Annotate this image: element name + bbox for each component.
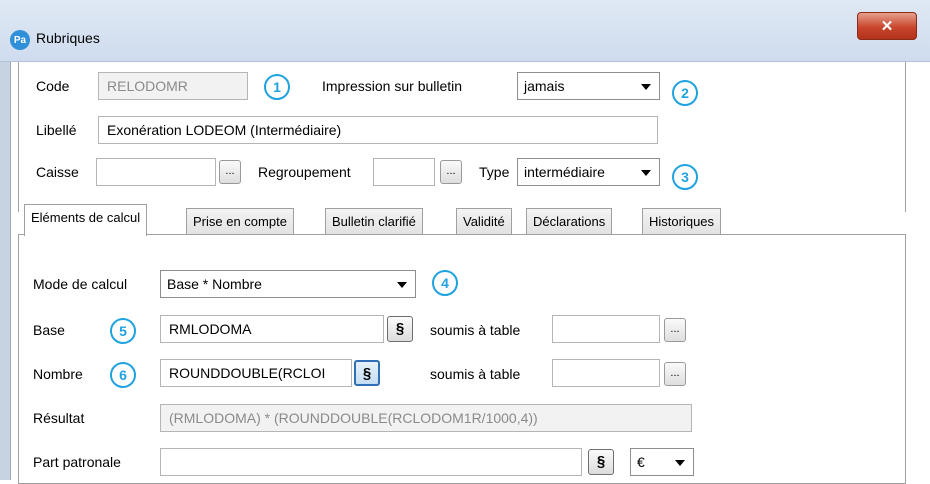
caisse-browse-button[interactable]: ... [219, 160, 241, 184]
mode-select[interactable]: Base * Nombre [160, 270, 416, 298]
code-field[interactable]: RELODOMR [98, 72, 248, 100]
annotation-2: 2 [672, 80, 698, 106]
part-formula-button[interactable]: § [588, 449, 614, 475]
impression-value: jamais [524, 78, 565, 94]
close-icon: ✕ [880, 18, 894, 35]
libelle-label: Libellé [36, 122, 77, 138]
annotation-4: 4 [432, 270, 458, 296]
mode-value: Base * Nombre [167, 276, 262, 292]
regroupement-label: Regroupement [258, 164, 351, 180]
tab-prise-en-compte[interactable]: Prise en compte [186, 208, 294, 234]
nombre-soumis-label: soumis à table [430, 366, 521, 382]
type-label: Type [479, 164, 510, 180]
tab-validite[interactable]: Validité [456, 208, 512, 234]
nombre-label: Nombre [33, 366, 83, 382]
tab-elements-de-calcul[interactable]: Eléments de calcul [24, 204, 148, 236]
impression-label: Impression sur bulletin [322, 78, 463, 94]
part-patronale-label: Part patronale [33, 454, 121, 470]
base-soumis-browse-button[interactable]: ... [664, 318, 686, 342]
nombre-formula-button[interactable]: § [354, 360, 380, 386]
annotation-5: 5 [110, 318, 136, 344]
regroupement-browse-button[interactable]: ... [440, 160, 462, 184]
nombre-soumis-field[interactable] [552, 359, 660, 387]
window-title: Rubriques [36, 30, 100, 46]
regroupement-field[interactable] [373, 158, 435, 186]
annotation-1: 1 [264, 74, 290, 100]
annotation-6: 6 [110, 362, 136, 388]
chevron-down-icon [675, 460, 685, 466]
resultat-field: (RMLODOMA) * (ROUNDDOUBLE(RCLODOM1R/1000… [160, 404, 692, 432]
currency-value: € [637, 454, 645, 470]
title-bar [0, 0, 930, 62]
base-label: Base [33, 322, 65, 338]
annotation-3: 3 [672, 164, 698, 190]
mode-label: Mode de calcul [33, 276, 128, 292]
chevron-down-icon [641, 170, 651, 176]
base-formula-button[interactable]: § [387, 316, 413, 342]
nombre-soumis-browse-button[interactable]: ... [664, 362, 686, 386]
currency-select[interactable]: € [630, 448, 694, 476]
nombre-field[interactable]: ROUNDDOUBLE(RCLOI [160, 359, 352, 387]
part-patronale-field[interactable] [160, 448, 582, 476]
chevron-down-icon [641, 84, 651, 90]
tab-historiques[interactable]: Historiques [642, 208, 722, 234]
resultat-label: Résultat [33, 410, 85, 426]
tab-panel [18, 234, 906, 484]
caisse-label: Caisse [36, 164, 79, 180]
type-value: intermédiaire [524, 164, 605, 180]
impression-select[interactable]: jamais [517, 72, 660, 100]
chevron-down-icon [397, 282, 407, 288]
base-soumis-label: soumis à table [430, 322, 521, 338]
caisse-field[interactable] [96, 158, 216, 186]
base-field[interactable]: RMLODOMA [160, 315, 384, 343]
base-soumis-field[interactable] [552, 315, 660, 343]
type-select[interactable]: intermédiaire [517, 158, 660, 186]
close-button[interactable]: ✕ [857, 12, 917, 40]
desktop-edge [0, 62, 10, 480]
libelle-field[interactable]: Exonération LODEOM (Intermédiaire) [98, 116, 658, 144]
code-label: Code [36, 78, 70, 94]
tab-declarations[interactable]: Déclarations [526, 208, 613, 234]
app-icon: Pa [10, 30, 30, 50]
tab-bulletin-clarifie[interactable]: Bulletin clarifié [325, 208, 423, 234]
